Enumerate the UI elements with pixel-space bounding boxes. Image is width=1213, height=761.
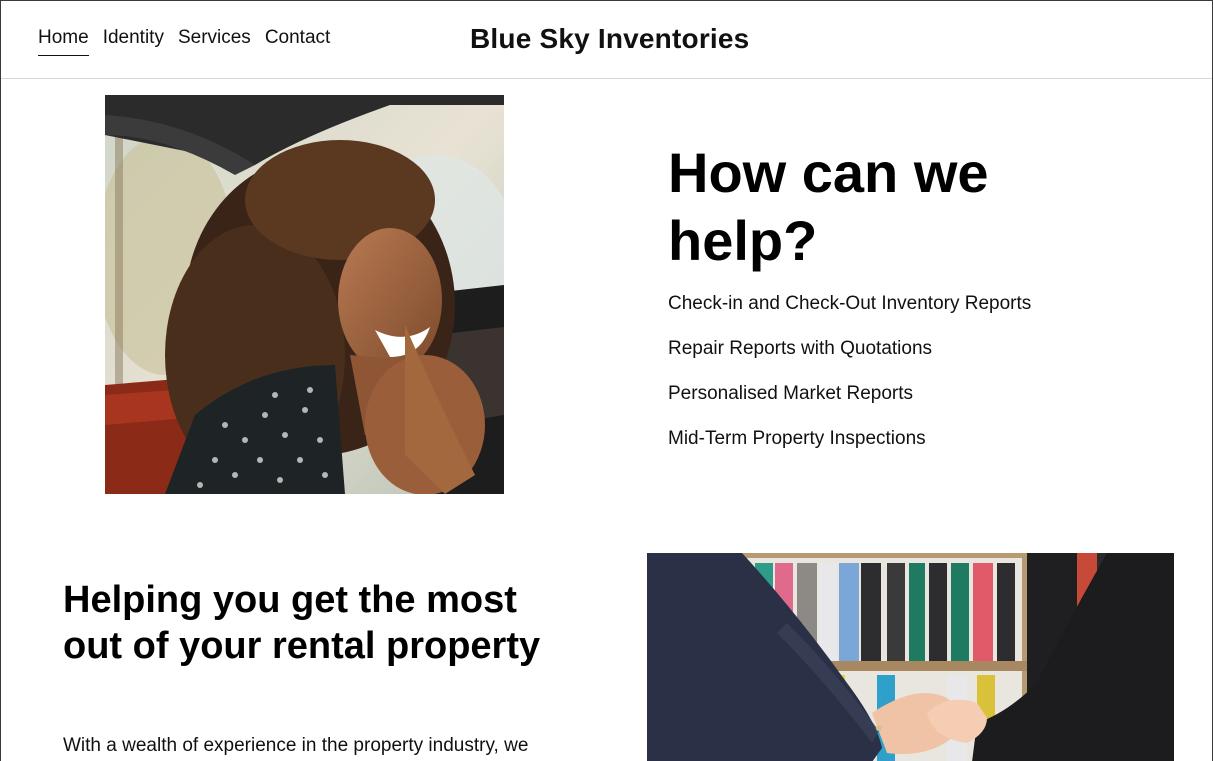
services-list: Check-in and Check-Out Inventory Reports… (668, 293, 1031, 473)
hero-title: How can we help? (668, 141, 989, 272)
service-item-repair-reports: Repair Reports with Quotations (668, 338, 933, 359)
site-header: Home Identity Services Contact Blue Sky … (1, 1, 1212, 79)
handshake-image (647, 553, 1174, 761)
hero-image (105, 95, 504, 494)
section-title: Helping you get the most out of your ren… (63, 579, 541, 667)
service-item-property-inspections: Mid-Term Property Inspections (668, 428, 926, 449)
service-item-market-reports: Personalised Market Reports (668, 383, 913, 404)
page-frame: Home Identity Services Contact Blue Sky … (0, 0, 1213, 761)
nav-identity[interactable]: Identity (103, 27, 164, 56)
nav-contact[interactable]: Contact (265, 27, 330, 56)
service-item-inventory-reports: Check-in and Check-Out Inventory Reports (668, 293, 1032, 314)
main-nav: Home Identity Services Contact (38, 27, 330, 56)
nav-services[interactable]: Services (178, 27, 251, 56)
section-text: With a wealth of experience in the prope… (63, 735, 529, 756)
nav-home[interactable]: Home (38, 27, 89, 56)
site-brand[interactable]: Blue Sky Inventories (470, 23, 749, 55)
